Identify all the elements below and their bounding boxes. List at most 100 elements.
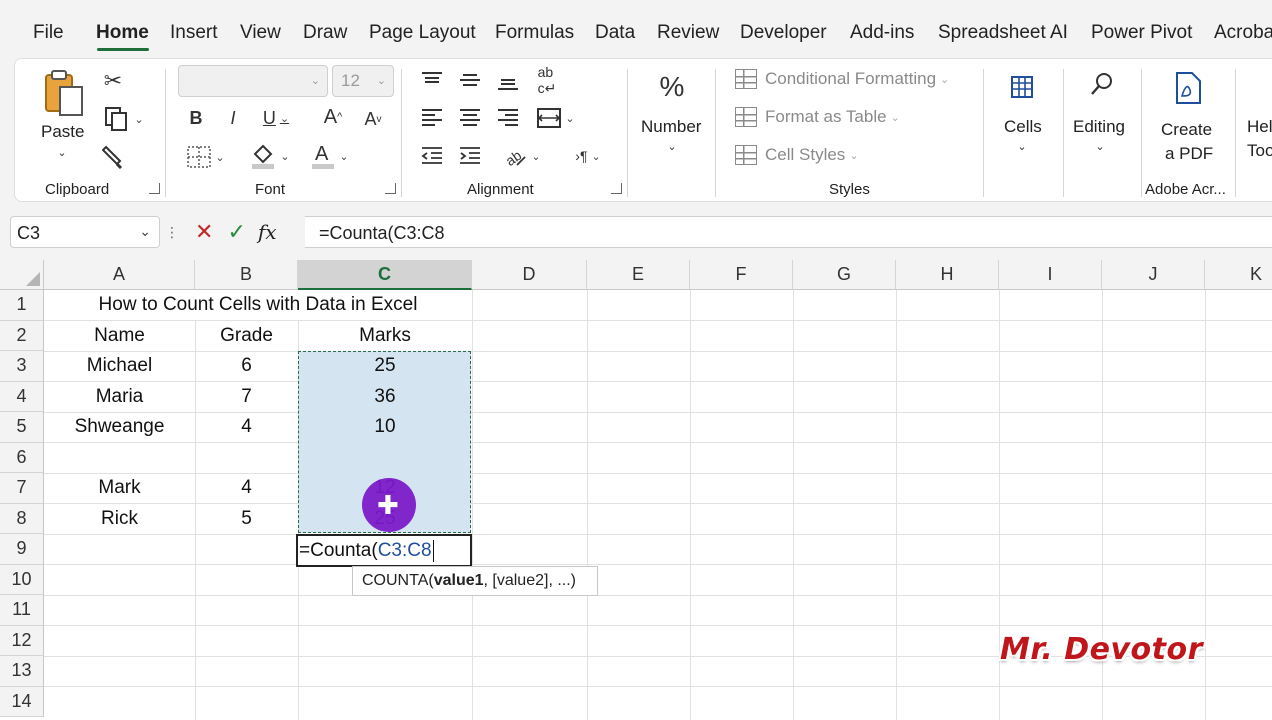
number-label[interactable]: Number xyxy=(641,117,701,137)
cut-icon[interactable]: ✂ xyxy=(101,67,125,95)
cell-marks[interactable]: 10 xyxy=(298,412,472,442)
row-header[interactable]: 1 xyxy=(0,290,44,321)
tab-data[interactable]: Data xyxy=(595,22,635,44)
number-chevron-down-icon[interactable]: ⌄ xyxy=(665,139,679,153)
help-line1[interactable]: Hel xyxy=(1247,117,1272,137)
tab-page-layout[interactable]: Page Layout xyxy=(369,22,476,44)
row-header[interactable]: 8 xyxy=(0,503,44,534)
cell-name[interactable]: Shweange xyxy=(44,412,195,442)
enter-icon[interactable]: ✓ xyxy=(227,219,245,245)
underline-icon[interactable]: U ⌄ xyxy=(258,105,294,131)
orientation-icon[interactable]: ab ⌄ xyxy=(497,143,547,169)
cell-name[interactable]: Mark xyxy=(44,473,195,503)
align-right-icon[interactable] xyxy=(495,105,521,131)
formula-input[interactable]: =Counta(C3:C8 xyxy=(305,216,1272,248)
tab-acrobat[interactable]: Acroba xyxy=(1214,22,1272,44)
cell-grade[interactable]: 5 xyxy=(195,504,298,534)
cell-name[interactable]: Maria xyxy=(44,382,195,412)
column-header-h[interactable]: H xyxy=(896,260,999,290)
editing-chevron-down-icon[interactable]: ⌄ xyxy=(1093,139,1107,153)
cell-marks[interactable]: 36 xyxy=(298,382,472,412)
cell-styles-button[interactable]: Cell Styles ⌄ xyxy=(735,145,859,165)
cells-chevron-down-icon[interactable]: ⌄ xyxy=(1015,139,1029,153)
wrap-text-icon[interactable]: ab c↵ xyxy=(533,64,561,96)
column-header-a[interactable]: A xyxy=(44,260,195,290)
column-header-c[interactable]: C xyxy=(298,260,472,290)
search-icon[interactable] xyxy=(1089,71,1115,99)
column-header-e[interactable]: E xyxy=(587,260,690,290)
font-name-select[interactable]: ⌄ xyxy=(178,65,328,97)
tab-spreadsheet-ai[interactable]: Spreadsheet AI xyxy=(938,22,1068,44)
paste-label[interactable]: Paste xyxy=(41,122,84,142)
copy-icon[interactable]: ⌄ xyxy=(99,105,149,133)
grow-font-icon[interactable]: A ^ xyxy=(320,103,346,131)
column-header-f[interactable]: F xyxy=(690,260,793,290)
align-top-icon[interactable] xyxy=(419,67,445,93)
paste-icon[interactable] xyxy=(41,67,87,119)
row-header[interactable]: 3 xyxy=(0,351,44,382)
decrease-indent-icon[interactable] xyxy=(419,143,445,169)
cell-marks[interactable]: 25 xyxy=(298,351,472,381)
cell-name[interactable]: Rick xyxy=(44,504,195,534)
tab-formulas[interactable]: Formulas xyxy=(495,22,574,44)
tab-developer[interactable]: Developer xyxy=(740,22,827,44)
cell-marks[interactable] xyxy=(298,443,472,473)
row-header[interactable]: 5 xyxy=(0,412,44,443)
cell-name[interactable] xyxy=(44,443,195,473)
cell-grade[interactable]: 6 xyxy=(195,351,298,381)
column-header-k[interactable]: K xyxy=(1205,260,1272,290)
font-size-select[interactable]: 12 ⌄ xyxy=(332,65,394,97)
cell-grade[interactable] xyxy=(195,443,298,473)
create-pdf-line2[interactable]: a PDF xyxy=(1165,144,1213,164)
column-header-i[interactable]: I xyxy=(999,260,1102,290)
column-header-j[interactable]: J xyxy=(1102,260,1205,290)
row-header[interactable]: 14 xyxy=(0,686,44,717)
align-left-icon[interactable] xyxy=(419,105,445,131)
fx-icon[interactable]: fx xyxy=(258,220,277,244)
rtl-icon[interactable]: ›¶ ⌄ xyxy=(563,143,613,169)
align-bottom-icon[interactable] xyxy=(495,69,521,95)
tab-home[interactable]: Home xyxy=(96,22,149,44)
percent-icon[interactable]: % xyxy=(655,69,689,105)
bold-icon[interactable]: B xyxy=(185,105,207,131)
editing-label[interactable]: Editing xyxy=(1073,117,1125,137)
sheet-title-cell[interactable]: How to Count Cells with Data in Excel xyxy=(44,290,472,320)
fill-color-icon[interactable]: ⌄ xyxy=(247,141,293,171)
increase-indent-icon[interactable] xyxy=(457,143,483,169)
align-middle-icon[interactable] xyxy=(457,67,483,93)
row-header[interactable]: 4 xyxy=(0,381,44,412)
column-header-g[interactable]: G xyxy=(793,260,896,290)
row-header[interactable]: 9 xyxy=(0,534,44,565)
row-header[interactable]: 11 xyxy=(0,595,44,626)
align-center-icon[interactable] xyxy=(457,105,483,131)
row-header[interactable]: 12 xyxy=(0,625,44,656)
cell-grade[interactable]: 7 xyxy=(195,382,298,412)
select-all-button[interactable] xyxy=(0,260,44,290)
column-header-b[interactable]: B xyxy=(195,260,298,290)
cell-grade[interactable]: 4 xyxy=(195,412,298,442)
cell-name[interactable]: Michael xyxy=(44,351,195,381)
row-header[interactable]: 2 xyxy=(0,320,44,351)
row-header[interactable]: 7 xyxy=(0,473,44,504)
more-options-icon[interactable]: ⋮ xyxy=(165,224,179,241)
cancel-icon[interactable]: ✕ xyxy=(195,219,213,245)
cells-table-icon[interactable] xyxy=(1009,73,1035,101)
tab-insert[interactable]: Insert xyxy=(170,22,218,44)
format-as-table-button[interactable]: Format as Table ⌄ xyxy=(735,107,900,127)
row-header[interactable]: 10 xyxy=(0,564,44,595)
tab-file[interactable]: File xyxy=(33,22,64,44)
active-cell-editor[interactable]: =Counta(C3:C8 xyxy=(296,534,472,567)
alignment-launcher-icon[interactable] xyxy=(611,183,622,194)
header-cell-name[interactable]: Name xyxy=(44,321,195,351)
cells-label[interactable]: Cells xyxy=(1004,117,1042,137)
format-painter-icon[interactable] xyxy=(101,143,125,171)
paste-chevron-down-icon[interactable]: ⌄ xyxy=(55,145,69,159)
help-line2[interactable]: Too xyxy=(1247,141,1272,161)
font-launcher-icon[interactable] xyxy=(385,183,396,194)
italic-icon[interactable]: I xyxy=(222,105,244,131)
function-tooltip[interactable]: COUNTA(value1, [value2], ...) xyxy=(352,566,598,596)
conditional-formatting-button[interactable]: Conditional Formatting ⌄ xyxy=(735,69,949,89)
create-pdf-line1[interactable]: Create xyxy=(1161,120,1212,140)
header-cell-marks[interactable]: Marks xyxy=(298,321,472,351)
clipboard-launcher-icon[interactable] xyxy=(149,183,160,194)
